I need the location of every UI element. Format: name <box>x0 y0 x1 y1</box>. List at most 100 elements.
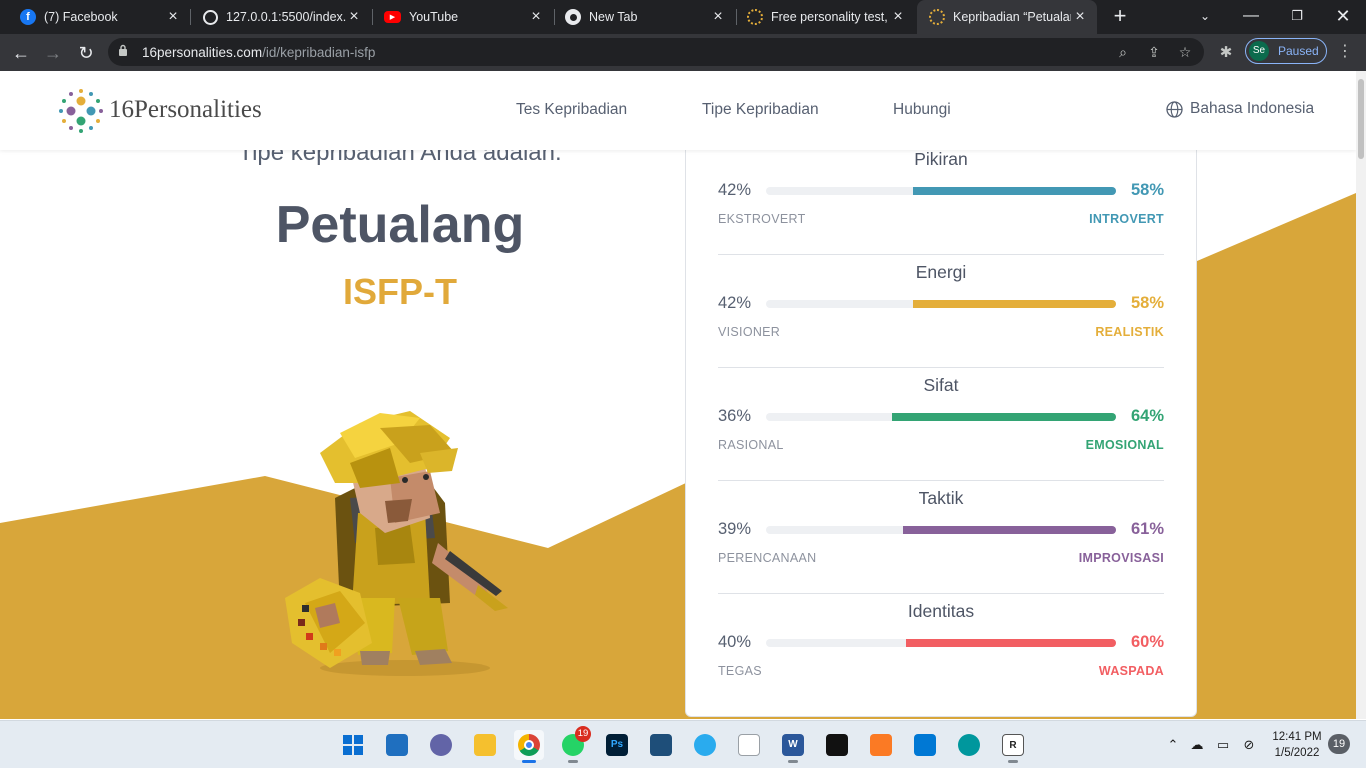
back-button[interactable]: ← <box>8 40 34 66</box>
restore-button[interactable]: ❐ <box>1274 0 1320 34</box>
close-tab-icon[interactable]: × <box>889 8 907 26</box>
language-selector[interactable]: Bahasa Indonesia <box>1166 100 1314 118</box>
arduino-icon <box>958 734 980 756</box>
language-label: Bahasa Indonesia <box>1190 100 1315 117</box>
address-bar[interactable]: 16personalities.com/id/kepribadian-isfp … <box>108 38 1204 66</box>
lock-icon <box>119 44 127 56</box>
trait-right-label: EMOSIONAL <box>1085 438 1164 452</box>
display-icon[interactable]: ▭ <box>1214 736 1232 754</box>
trait-left-label: RASIONAL <box>718 438 784 452</box>
trait-left-percent: 42% <box>718 181 752 199</box>
word-icon: W <box>782 734 804 756</box>
network-icon[interactable]: ⊘ <box>1240 736 1258 754</box>
trait-taktik: Taktik 39% 61% PERENCANAAN IMPROVISASI <box>718 481 1164 594</box>
close-tab-icon[interactable]: × <box>709 8 727 26</box>
tab-title: 127.0.0.1:5500/index.h <box>226 10 346 24</box>
photoshop-icon: Ps <box>606 734 628 756</box>
chrome-app[interactable] <box>514 730 544 763</box>
profile-button[interactable]: Se Paused <box>1245 38 1327 64</box>
forward-button[interactable]: → <box>40 40 66 66</box>
tray-overflow-icon[interactable]: ⌃ <box>1164 736 1182 754</box>
tab-kepribadian-petualang[interactable]: Kepribadian “Petualan × <box>917 0 1097 34</box>
tab-title: (7) Facebook <box>44 10 118 24</box>
site-header: 16Personalities Tes Kepribadian Tipe Kep… <box>0 71 1356 150</box>
running-indicator <box>788 760 798 763</box>
nav-tipe-kepribadian[interactable]: Tipe Kepribadian <box>702 101 819 119</box>
tab-title: New Tab <box>589 10 638 24</box>
arduino-app[interactable] <box>954 730 984 760</box>
close-window-button[interactable]: ✕ <box>1320 0 1366 34</box>
nav-hubungi[interactable]: Hubungi <box>893 101 951 119</box>
trait-pikiran: Pikiran 42% 58% EKSTROVERT INTROVERT <box>718 142 1164 255</box>
app-r[interactable]: R <box>998 730 1028 763</box>
chat-icon <box>430 734 452 756</box>
clock-time: 12:41 PM <box>1272 731 1322 743</box>
system-clock[interactable]: 12:41 PM 1/5/2022 <box>1270 729 1324 761</box>
widgets-app[interactable] <box>382 730 412 760</box>
notepad-app[interactable] <box>734 730 764 760</box>
chrome-icon <box>565 9 581 25</box>
trait-bar-fill <box>913 187 1116 195</box>
notification-count-badge[interactable]: 19 <box>1328 734 1350 754</box>
clock-date: 1/5/2022 <box>1274 747 1320 759</box>
onedrive-icon[interactable]: ☁ <box>1188 736 1206 754</box>
extensions-icon[interactable]: ✱ <box>1217 44 1235 62</box>
personality-type-name: Petualang <box>275 196 525 254</box>
teams-chat-app[interactable] <box>426 730 456 760</box>
trait-left-label: VISIONER <box>718 325 781 339</box>
windows-logo-icon <box>343 735 363 755</box>
tab-localhost[interactable]: 127.0.0.1:5500/index.h × <box>191 0 371 34</box>
chrome-icon <box>518 734 540 756</box>
adventurer-character-illustration <box>285 411 508 676</box>
zoom-icon[interactable]: ⌕ <box>1114 43 1132 61</box>
tab-title: Free personality test, t <box>771 10 889 24</box>
tab-free-personality-test[interactable]: Free personality test, t × <box>737 0 915 34</box>
menu-kebab-icon[interactable]: ⋮ <box>1336 43 1354 61</box>
page-scrollbar[interactable] <box>1356 71 1366 719</box>
trait-left-label: TEGAS <box>718 664 762 678</box>
trait-right-label: INTROVERT <box>1089 212 1164 226</box>
tiktok-app[interactable] <box>822 730 852 760</box>
telegram-app[interactable] <box>690 730 720 760</box>
close-tab-icon[interactable]: × <box>345 8 363 26</box>
app-z[interactable] <box>646 730 676 760</box>
globe-icon <box>1166 100 1183 118</box>
globe-icon <box>203 9 218 25</box>
tab-new-tab[interactable]: New Tab × <box>555 0 735 34</box>
word-app[interactable]: W <box>778 730 808 763</box>
site-logo-text[interactable]: 16Personalities <box>109 96 262 124</box>
trait-title: Energi <box>915 262 967 282</box>
nav-tes-kepribadian[interactable]: Tes Kepribadian <box>516 101 627 119</box>
tiktok-icon <box>826 734 848 756</box>
close-tab-icon[interactable]: × <box>1071 8 1089 26</box>
whatsapp-app[interactable]: 19 <box>558 726 591 763</box>
xampp-icon <box>870 734 892 756</box>
bookmark-star-icon[interactable]: ☆ <box>1176 43 1194 61</box>
trait-right-label: REALISTIK <box>1095 325 1164 339</box>
file-explorer-app[interactable] <box>470 730 500 760</box>
trait-title: Identitas <box>907 601 975 621</box>
tab-youtube[interactable]: ▶ YouTube × <box>373 0 553 34</box>
new-tab-button[interactable]: + <box>1108 5 1132 29</box>
close-tab-icon[interactable]: × <box>164 8 182 26</box>
notification-badge: 19 <box>575 726 591 742</box>
tab-facebook[interactable]: f (7) Facebook × <box>0 0 190 34</box>
start-button[interactable] <box>338 730 368 760</box>
minimize-button[interactable]: — <box>1228 0 1274 34</box>
close-tab-icon[interactable]: × <box>527 8 545 26</box>
trait-right-label: IMPROVISASI <box>1078 551 1164 565</box>
xampp-app[interactable] <box>866 730 896 760</box>
scrollbar-thumb[interactable] <box>1358 79 1364 159</box>
trait-title: Sifat <box>923 375 959 395</box>
trait-left-percent: 39% <box>718 520 752 538</box>
running-indicator <box>1008 760 1018 763</box>
photoshop-app[interactable]: Ps <box>602 730 632 760</box>
tab-search-button[interactable]: ⌄ <box>1182 0 1228 34</box>
logo-icon[interactable] <box>57 87 105 135</box>
share-icon[interactable]: ⇪ <box>1145 43 1163 61</box>
reload-button[interactable]: ↻ <box>73 40 99 66</box>
vscode-app[interactable] <box>910 730 940 760</box>
vscode-icon <box>914 734 936 756</box>
trait-identitas: Identitas 40% 60% TEGAS WASPADA <box>718 594 1164 707</box>
trait-bar <box>766 187 1116 195</box>
